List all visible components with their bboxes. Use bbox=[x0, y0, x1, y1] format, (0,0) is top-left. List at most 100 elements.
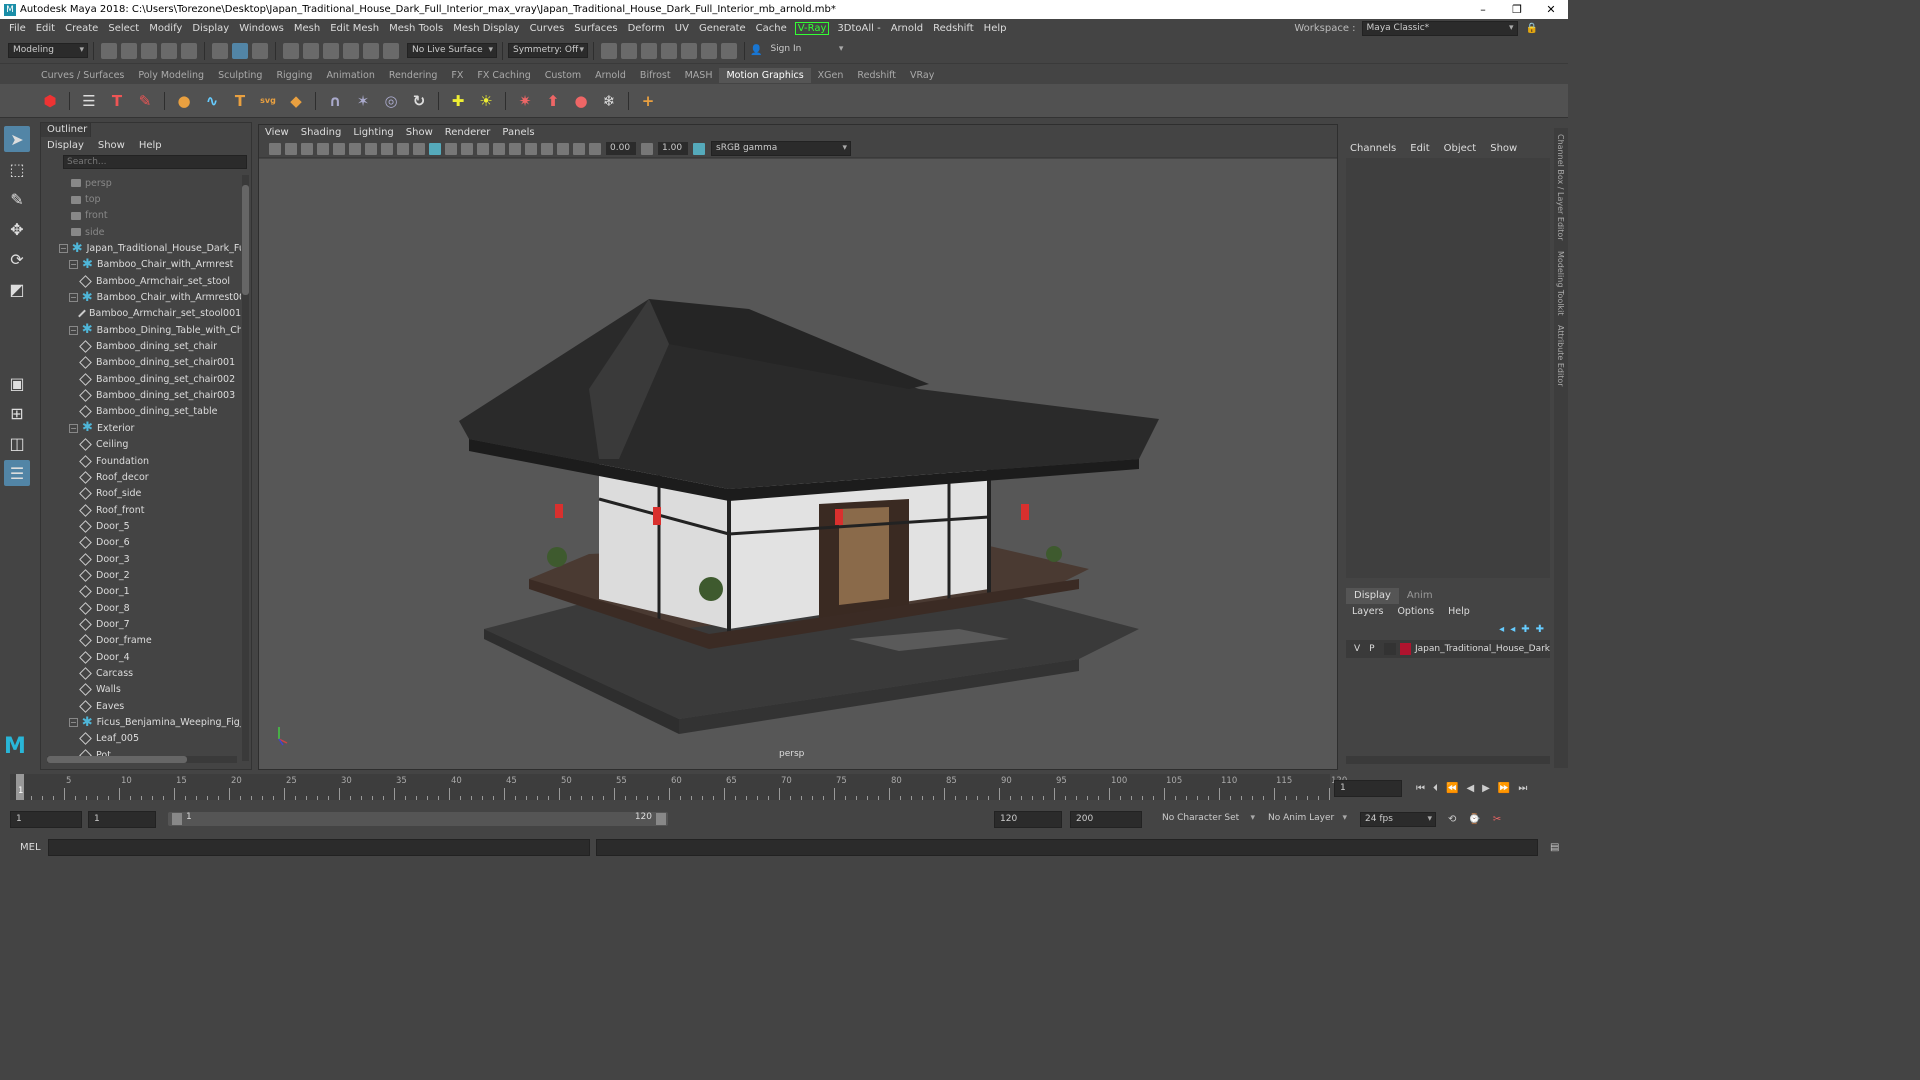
time-ruler[interactable]: 5 10 15 20 25 30 35 40 45 50 55 60 65 70 75 80 85 90 95 100… bbox=[10, 774, 1347, 800]
expand-toggle-icon[interactable]: − bbox=[69, 423, 78, 433]
shelf-tab-animation[interactable]: Animation bbox=[319, 68, 381, 83]
isolate-icon[interactable] bbox=[509, 142, 521, 155]
new-layer-selected-icon[interactable]: ✚ bbox=[1536, 624, 1544, 635]
menu-modify[interactable]: Modify bbox=[144, 23, 187, 34]
menu-mesh-display[interactable]: Mesh Display bbox=[448, 23, 524, 34]
select-hierarchy-icon[interactable] bbox=[212, 42, 228, 59]
undo-icon[interactable] bbox=[161, 42, 177, 59]
maya-m-icon[interactable]: M bbox=[4, 734, 26, 759]
gate-mask-icon[interactable] bbox=[365, 142, 377, 155]
move-tool-icon[interactable]: ✥ bbox=[4, 216, 30, 242]
channelbox-menu-channels[interactable]: Channels bbox=[1350, 143, 1396, 154]
channelbox-menu-show[interactable]: Show bbox=[1490, 143, 1517, 154]
outliner-item[interactable]: −✱Bamboo_Dining_Table_with_Chairs bbox=[41, 322, 241, 338]
outliner-item[interactable]: Roof_side bbox=[41, 486, 241, 502]
menu-display[interactable]: Display bbox=[187, 23, 234, 34]
shelf-tab-poly-modeling[interactable]: Poly Modeling bbox=[131, 68, 211, 83]
range-slider[interactable]: 1 120 bbox=[168, 812, 668, 826]
curve-icon[interactable]: ∿ bbox=[201, 90, 223, 112]
textured-icon[interactable] bbox=[445, 142, 457, 155]
gear-icon[interactable]: ✷ bbox=[514, 90, 536, 112]
outliner-item[interactable]: side bbox=[41, 224, 241, 240]
close-button[interactable]: ✕ bbox=[1534, 0, 1568, 19]
single-pane-icon[interactable]: ▣ bbox=[4, 370, 30, 396]
range-start-handle[interactable] bbox=[172, 813, 182, 825]
snap-point-icon[interactable] bbox=[323, 42, 339, 59]
workspace-dropdown[interactable]: Maya Classic* bbox=[1361, 21, 1518, 36]
viewport-menu-shading[interactable]: Shading bbox=[301, 127, 342, 138]
go-to-start-icon[interactable]: ⏮ bbox=[1416, 783, 1425, 794]
outliner-item[interactable]: − ✱ Bamboo_Chair_with_Armrest001 bbox=[41, 289, 241, 305]
menu-mesh[interactable]: Mesh bbox=[289, 23, 325, 34]
film-gate-icon[interactable] bbox=[333, 142, 345, 155]
menu-deform[interactable]: Deform bbox=[623, 23, 670, 34]
expand-toggle-icon[interactable]: − bbox=[59, 244, 68, 254]
anim-prefs-icon[interactable]: ✂ bbox=[1493, 814, 1501, 825]
resolution-gate-icon[interactable] bbox=[349, 142, 361, 155]
sun-icon[interactable]: ☀ bbox=[475, 90, 497, 112]
character-set-dropdown[interactable]: No Character Set bbox=[1158, 811, 1258, 827]
shelf-tab-mash[interactable]: MASH bbox=[678, 68, 720, 83]
scatter-icon[interactable]: ✶ bbox=[352, 90, 374, 112]
menu-vray[interactable]: V-Ray bbox=[794, 21, 830, 35]
menu-help[interactable]: Help bbox=[979, 23, 1012, 34]
exposure-icon[interactable] bbox=[589, 142, 601, 155]
range-end-handle[interactable] bbox=[656, 813, 666, 825]
outliner-item[interactable]: Bamboo_dining_set_chair001 bbox=[41, 355, 241, 371]
layer-row[interactable]: V P Japan_Traditional_House_Dark bbox=[1346, 640, 1550, 658]
outliner-item[interactable]: Door_5 bbox=[41, 518, 241, 534]
scene-start-field[interactable]: 1 bbox=[10, 810, 82, 828]
expand-toggle-icon[interactable]: − bbox=[69, 325, 78, 335]
outliner-item[interactable]: Walls bbox=[41, 682, 241, 698]
shelf-tab-fx-caching[interactable]: FX Caching bbox=[470, 68, 537, 83]
expand-toggle-icon[interactable]: − bbox=[69, 293, 78, 303]
gamma-field[interactable]: 1.00 bbox=[658, 142, 688, 155]
outliner-item[interactable]: Door_3 bbox=[41, 551, 241, 567]
step-forward-frame-icon[interactable]: ⏩ bbox=[1498, 783, 1510, 794]
ambient-occlusion-icon[interactable] bbox=[525, 142, 537, 155]
loop-icon[interactable]: ⟲ bbox=[1448, 814, 1456, 825]
outliner-item[interactable]: − ✱ Japan_Traditional_House_Dark_Full_I bbox=[41, 240, 241, 256]
mash-network-icon[interactable]: ⬢ bbox=[39, 90, 61, 112]
side-tab-channel-box[interactable]: Channel Box / Layer Editor bbox=[1556, 134, 1565, 241]
menu-uv[interactable]: UV bbox=[670, 23, 694, 34]
go-to-end-icon[interactable]: ⏭ bbox=[1518, 783, 1527, 794]
arnold-render-icon[interactable] bbox=[701, 42, 717, 59]
layer-menu-options[interactable]: Options bbox=[1397, 606, 1434, 617]
outliner-item[interactable]: − ✱ Bamboo_Chair_with_Armrest bbox=[41, 257, 241, 273]
image-plane-icon[interactable] bbox=[301, 142, 313, 155]
menu-surfaces[interactable]: Surfaces bbox=[569, 23, 622, 34]
menu-mesh-tools[interactable]: Mesh Tools bbox=[384, 23, 448, 34]
menu-3dtoall[interactable]: 3DtoAll - bbox=[832, 23, 885, 34]
play-forward-icon[interactable]: ▶ bbox=[1482, 783, 1490, 794]
scale-tool-icon[interactable]: ◩ bbox=[4, 276, 30, 302]
wireframe-icon[interactable] bbox=[413, 142, 425, 155]
new-layer-icon[interactable]: ✚ bbox=[1521, 624, 1529, 635]
menu-set-dropdown[interactable]: Modeling bbox=[8, 43, 88, 58]
sphere-icon[interactable]: ● bbox=[173, 90, 195, 112]
shelf-tab-rigging[interactable]: Rigging bbox=[269, 68, 319, 83]
two-pane-icon[interactable]: ◫ bbox=[4, 430, 30, 456]
viewport-menu-panels[interactable]: Panels bbox=[502, 127, 534, 138]
outliner-item[interactable]: front bbox=[41, 208, 241, 224]
refresh-icon[interactable]: ↻ bbox=[408, 90, 430, 112]
outliner-item[interactable]: top bbox=[41, 191, 241, 207]
sign-in-dropdown[interactable]: Sign In bbox=[766, 43, 847, 58]
open-scene-icon[interactable] bbox=[121, 42, 137, 59]
outliner-item[interactable]: Door_6 bbox=[41, 535, 241, 551]
shelf-tab-fx[interactable]: FX bbox=[444, 68, 470, 83]
symmetry-dropdown[interactable]: Symmetry: Off bbox=[508, 43, 588, 58]
playback-start-field[interactable]: 1 bbox=[88, 810, 156, 828]
gamma-icon[interactable] bbox=[641, 142, 653, 155]
expand-toggle-icon[interactable]: − bbox=[69, 260, 78, 270]
smooth-shade-icon[interactable] bbox=[429, 142, 441, 155]
shelf-tab-rendering[interactable]: Rendering bbox=[382, 68, 445, 83]
menu-create[interactable]: Create bbox=[60, 23, 103, 34]
menu-arnold[interactable]: Arnold bbox=[886, 23, 928, 34]
render-frame-icon[interactable] bbox=[621, 42, 637, 59]
outliner-item[interactable]: Roof_decor bbox=[41, 469, 241, 485]
lights-icon[interactable] bbox=[461, 142, 473, 155]
save-scene-icon[interactable] bbox=[141, 42, 157, 59]
render-view-icon[interactable] bbox=[601, 42, 617, 59]
depth-of-field-icon[interactable] bbox=[573, 142, 585, 155]
